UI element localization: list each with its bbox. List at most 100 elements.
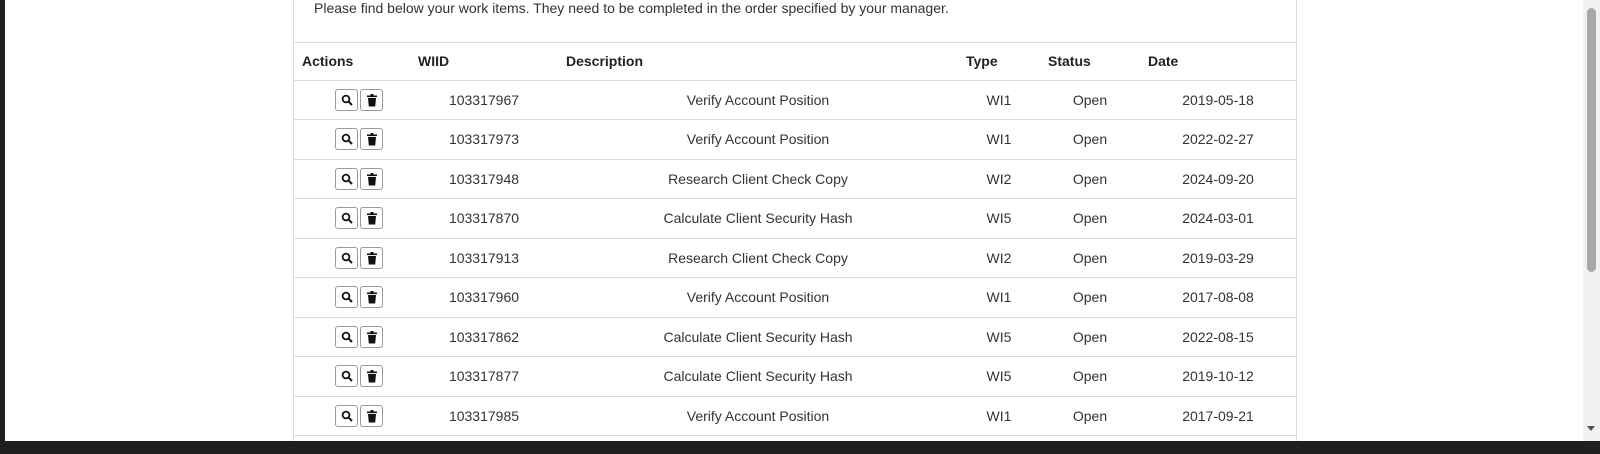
row-actions [294, 159, 410, 199]
header-status: Status [1040, 42, 1140, 81]
view-button[interactable] [335, 128, 358, 151]
table-row: 103317870 Calculate Client Security Hash W… [294, 198, 1296, 239]
header-wiid: WIID [410, 42, 558, 81]
trash-icon [367, 330, 377, 344]
cell-wiid: 103317870 [410, 198, 558, 239]
cell-status: Open [1040, 159, 1140, 199]
cell-description: Verify Account Position [558, 396, 958, 436]
search-icon [341, 94, 353, 106]
vertical-scrollbar[interactable] [1583, 0, 1600, 441]
view-button[interactable] [335, 325, 358, 348]
header-type: Type [958, 42, 1040, 81]
delete-button[interactable] [360, 88, 383, 111]
page-viewport: Please find below your work items. They … [5, 0, 1583, 441]
trash-icon [367, 409, 377, 423]
view-button[interactable] [335, 167, 358, 190]
header-actions: Actions [294, 42, 410, 81]
row-actions [294, 396, 410, 436]
cell-date: 2019-03-29 [1140, 238, 1296, 278]
view-button[interactable] [335, 246, 358, 269]
delete-button[interactable] [360, 404, 383, 427]
view-button[interactable] [335, 365, 358, 388]
trash-icon [367, 172, 377, 186]
cell-date: 2022-02-27 [1140, 119, 1296, 160]
cell-status: Open [1040, 396, 1140, 436]
cell-type: WI1 [958, 119, 1040, 160]
row-actions [294, 80, 410, 120]
cell-date: 2022-08-15 [1140, 317, 1296, 357]
cell-wiid: 103317948 [410, 159, 558, 199]
delete-button[interactable] [360, 246, 383, 269]
table-row: 103317973 Verify Account Position WI1 Open 2… [294, 119, 1296, 160]
delete-button[interactable] [360, 128, 383, 151]
cell-description: Calculate Client Security Hash [558, 356, 958, 397]
work-items-card: Please find below your work items. They … [293, 0, 1297, 441]
cell-description: Verify Account Position [558, 80, 958, 120]
cell-date: 2017-09-21 [1140, 396, 1296, 436]
cell-type: WI2 [958, 159, 1040, 199]
table-row: 103317862 Calculate Client Security Hash W… [294, 317, 1296, 357]
cell-date: 2024-03-01 [1140, 198, 1296, 239]
view-button[interactable] [335, 404, 358, 427]
cell-description: Calculate Client Security Hash [558, 317, 958, 357]
cell-wiid: 103317973 [410, 119, 558, 160]
cell-date: 2024-09-20 [1140, 159, 1296, 199]
cell-status: Open [1040, 198, 1140, 239]
cell-type: WI1 [958, 396, 1040, 436]
table-header-row: Actions WIID Description Type Status Dat… [294, 42, 1296, 81]
cell-wiid: 103317985 [410, 396, 558, 436]
work-items-table: Actions WIID Description Type Status Dat… [294, 42, 1296, 436]
view-button[interactable] [335, 286, 358, 309]
table-row: 103317913 Research Client Check Copy WI2 Op… [294, 238, 1296, 278]
cell-status: Open [1040, 238, 1140, 278]
cell-wiid: 103317913 [410, 238, 558, 278]
trash-icon [367, 291, 377, 304]
header-date: Date [1140, 42, 1296, 81]
table-row: 103317967 Verify Account Position WI1 Open 2… [294, 80, 1296, 120]
delete-button[interactable] [360, 365, 383, 388]
delete-button[interactable] [360, 286, 383, 309]
search-icon [341, 331, 353, 343]
search-icon [341, 252, 353, 264]
scroll-down-arrow[interactable] [1587, 426, 1595, 431]
delete-button[interactable] [360, 207, 383, 230]
delete-button[interactable] [360, 167, 383, 190]
table-row: 103317985 Verify Account Position WI1 Open 2… [294, 396, 1296, 436]
row-actions [294, 238, 410, 278]
cell-status: Open [1040, 277, 1140, 318]
cell-status: Open [1040, 80, 1140, 120]
search-icon [341, 291, 353, 303]
cell-description: Calculate Client Security Hash [558, 198, 958, 239]
cell-type: WI5 [958, 356, 1040, 397]
cell-date: 2019-05-18 [1140, 80, 1296, 120]
cell-status: Open [1040, 356, 1140, 397]
view-button[interactable] [335, 88, 358, 111]
cell-wiid: 103317877 [410, 356, 558, 397]
row-actions [294, 317, 410, 357]
search-icon [341, 173, 353, 185]
search-icon [341, 133, 353, 145]
cell-type: WI1 [958, 277, 1040, 318]
cell-type: WI5 [958, 317, 1040, 357]
table-row: 103317948 Research Client Check Copy WI2 Op… [294, 159, 1296, 199]
cell-status: Open [1040, 119, 1140, 160]
cell-description: Research Client Check Copy [558, 238, 958, 278]
trash-icon [367, 370, 377, 383]
view-button[interactable] [335, 207, 358, 230]
search-icon [341, 410, 353, 422]
search-icon [341, 370, 353, 382]
scrollbar-thumb[interactable] [1587, 8, 1596, 272]
table-row: 103317877 Calculate Client Security Hash W… [294, 356, 1296, 397]
table-row: 103317960 Verify Account Position WI1 Open 2… [294, 277, 1296, 318]
cell-date: 2019-10-12 [1140, 356, 1296, 397]
row-actions [294, 277, 410, 318]
cell-wiid: 103317960 [410, 277, 558, 318]
delete-button[interactable] [360, 325, 383, 348]
cell-type: WI2 [958, 238, 1040, 278]
trash-icon [367, 251, 377, 265]
cell-type: WI5 [958, 198, 1040, 239]
cell-wiid: 103317862 [410, 317, 558, 357]
row-actions [294, 119, 410, 160]
table-body: 103317967 Verify Account Position WI1 Open 2… [294, 80, 1296, 436]
cell-description: Verify Account Position [558, 119, 958, 160]
